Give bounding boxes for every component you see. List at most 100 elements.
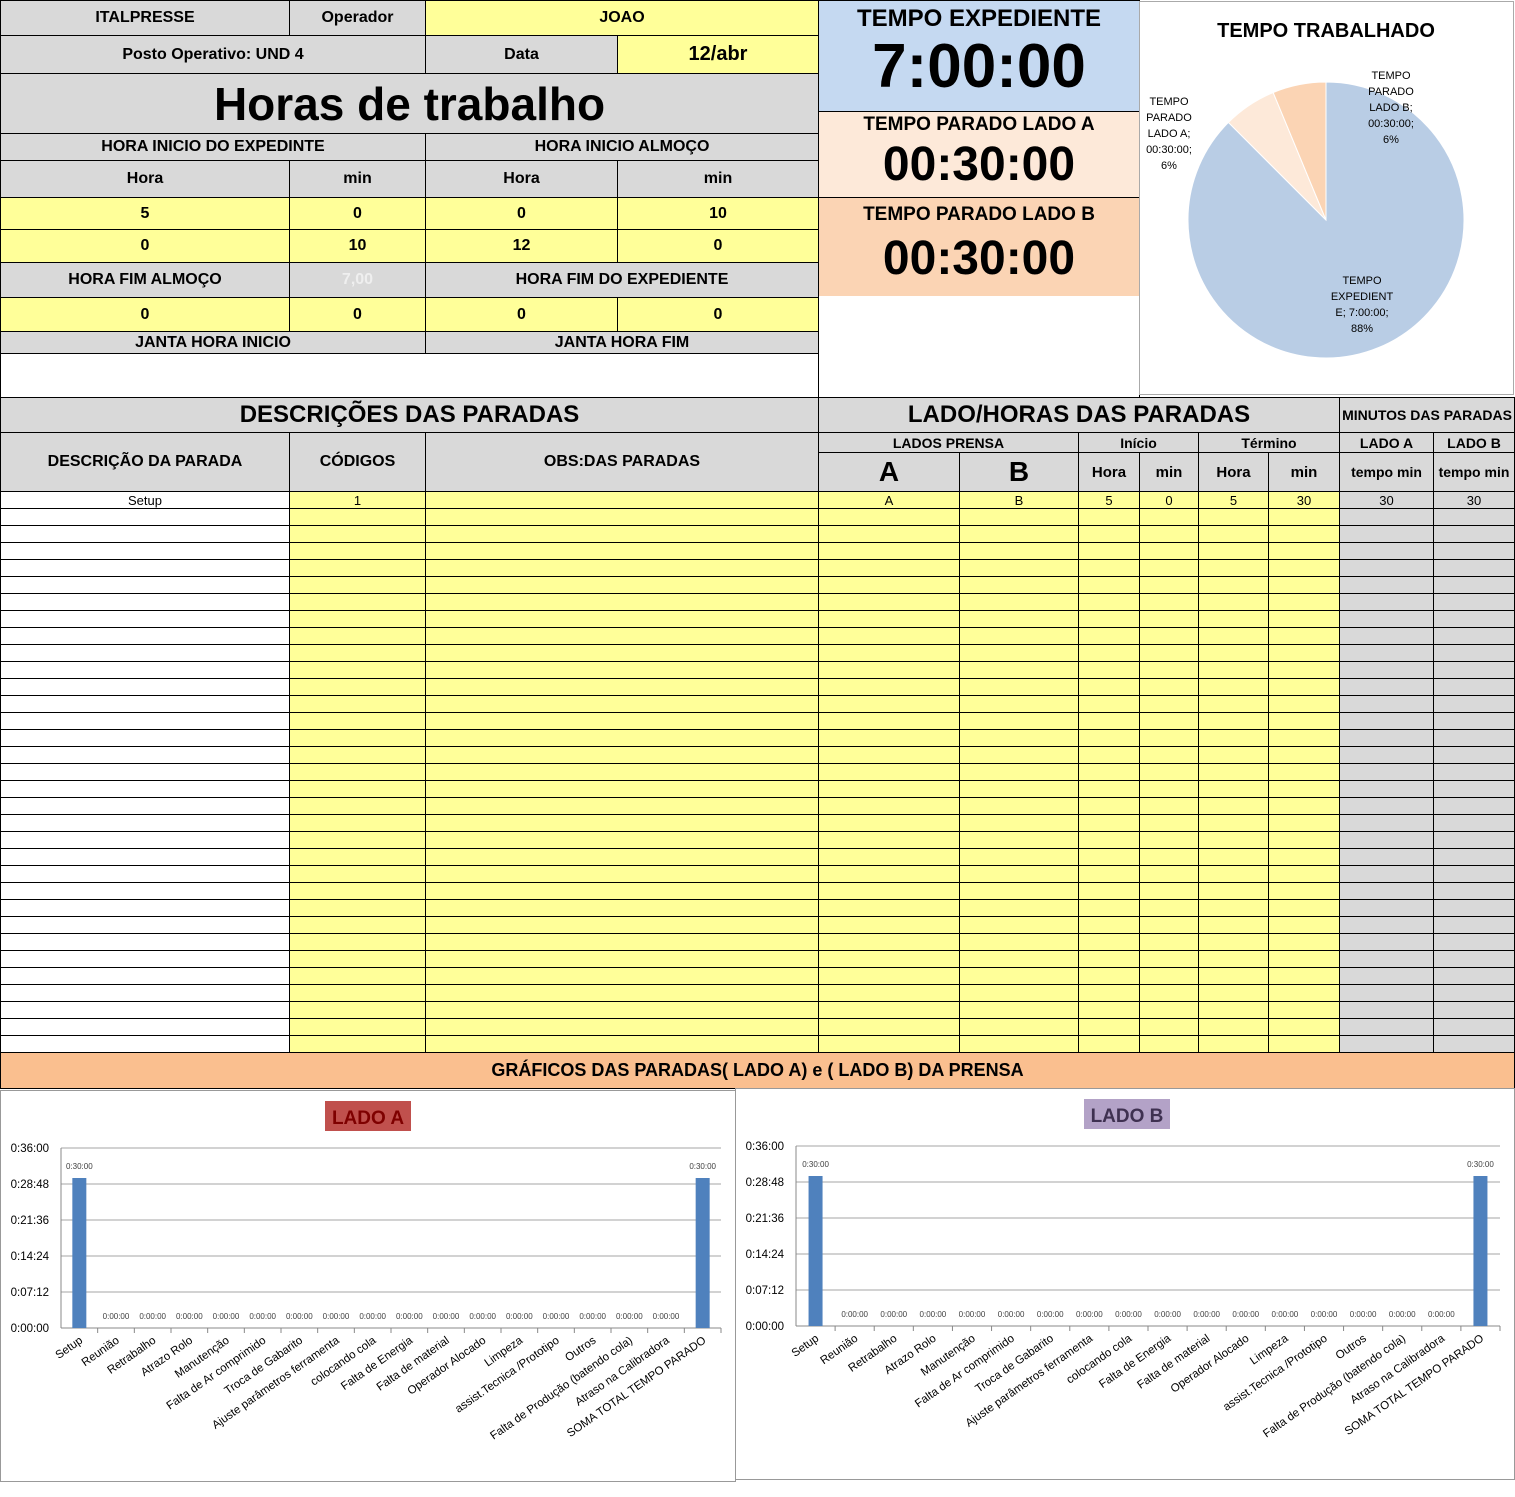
post-cell[interactable]: Posto Operativo: UND 4 [0, 35, 426, 74]
stop-cell-desc[interactable] [0, 967, 290, 985]
stop-cell-th[interactable] [1198, 984, 1269, 1002]
stop-cell-ih[interactable] [1078, 542, 1140, 560]
stop-cell-code[interactable] [289, 916, 426, 934]
stop-cell-ma[interactable] [1339, 508, 1434, 526]
stop-cell-obs[interactable] [425, 627, 819, 645]
bar[interactable] [1473, 1176, 1488, 1326]
stop-cell-im[interactable] [1139, 644, 1199, 662]
stop-cell-mb[interactable] [1433, 746, 1515, 764]
stop-cell-obs[interactable] [425, 763, 819, 781]
stop-cell-a[interactable] [818, 576, 960, 594]
pie-chart[interactable]: TEMPO TRABALHADO TEMPO EXPEDIENT E; 7:00:0… [1139, 1, 1514, 395]
stop-cell-desc[interactable] [0, 576, 290, 594]
stop-cell-mb[interactable] [1433, 610, 1515, 628]
stop-cell-ih[interactable] [1078, 525, 1140, 543]
stop-cell-code[interactable] [289, 610, 426, 628]
stop-cell-ma[interactable] [1339, 950, 1434, 968]
stop-cell-im[interactable] [1139, 763, 1199, 781]
stop-cell-a[interactable] [818, 525, 960, 543]
stop-cell-im[interactable] [1139, 678, 1199, 696]
stop-cell-b[interactable] [959, 712, 1079, 730]
stop-cell-ma[interactable] [1339, 797, 1434, 815]
row2-input-2[interactable]: 10 [289, 229, 426, 263]
stop-cell-mb[interactable] [1433, 576, 1515, 594]
stop-cell-obs[interactable] [425, 695, 819, 713]
stop-cell-obs[interactable] [425, 525, 819, 543]
stop-cell-ih[interactable] [1078, 848, 1140, 866]
stop-cell-a[interactable] [818, 916, 960, 934]
stop-cell-code[interactable] [289, 678, 426, 696]
stop-cell-b[interactable] [959, 729, 1079, 747]
stop-cell-code[interactable] [289, 644, 426, 662]
stop-cell-tm[interactable] [1268, 678, 1340, 696]
stop-cell-ih[interactable] [1078, 729, 1140, 747]
stop-cell-tm[interactable] [1268, 593, 1340, 611]
stop-cell-ih[interactable] [1078, 882, 1140, 900]
stop-cell-b[interactable] [959, 899, 1079, 917]
stop-cell-im[interactable] [1139, 831, 1199, 849]
stop-cell-th[interactable] [1198, 967, 1269, 985]
stop-cell-th[interactable] [1198, 729, 1269, 747]
stop-cell-th[interactable] [1198, 508, 1269, 526]
stop-cell-code[interactable] [289, 576, 426, 594]
stop-cell-b[interactable] [959, 984, 1079, 1002]
stop-cell-mb[interactable] [1433, 780, 1515, 798]
stop-cell-ma[interactable] [1339, 882, 1434, 900]
stop-cell-tm[interactable] [1268, 695, 1340, 713]
bar[interactable] [808, 1176, 823, 1326]
stop-cell-im[interactable] [1139, 695, 1199, 713]
stop-cell-im[interactable] [1139, 729, 1199, 747]
stop-cell-b[interactable] [959, 542, 1079, 560]
stop-cell-th[interactable] [1198, 933, 1269, 951]
stop-cell-obs[interactable] [425, 780, 819, 798]
stop-cell-b[interactable] [959, 627, 1079, 645]
stop-cell-b[interactable] [959, 950, 1079, 968]
stop-cell-code[interactable] [289, 746, 426, 764]
stop-cell-a[interactable] [818, 984, 960, 1002]
stop-cell-ma[interactable] [1339, 763, 1434, 781]
stop-cell-ih[interactable] [1078, 610, 1140, 628]
stop-cell-b[interactable] [959, 559, 1079, 577]
stop-cell-obs[interactable] [425, 1018, 819, 1036]
stop-cell-desc[interactable] [0, 644, 290, 662]
stop-cell-b[interactable] [959, 882, 1079, 900]
stop-cell-mb[interactable] [1433, 831, 1515, 849]
stop-cell-a[interactable] [818, 899, 960, 917]
stop-cell-th[interactable] [1198, 865, 1269, 883]
stop-cell-obs[interactable] [425, 967, 819, 985]
stop-cell-tm[interactable] [1268, 916, 1340, 934]
stop-cell-mb[interactable] [1433, 593, 1515, 611]
stop-cell-a[interactable] [818, 848, 960, 866]
stop-cell-code[interactable] [289, 831, 426, 849]
stop-cell-ma[interactable] [1339, 899, 1434, 917]
stop-cell-ma[interactable] [1339, 848, 1434, 866]
stop-cell-tm[interactable] [1268, 712, 1340, 730]
stop-cell-b[interactable] [959, 644, 1079, 662]
stop-cell-a[interactable] [818, 593, 960, 611]
stop-cell-obs[interactable] [425, 508, 819, 526]
stop-cell-mb[interactable] [1433, 916, 1515, 934]
stop-cell-im[interactable] [1139, 1018, 1199, 1036]
stop-cell-desc[interactable] [0, 627, 290, 645]
stop-cell-a[interactable] [818, 797, 960, 815]
stop-cell-mb[interactable] [1433, 542, 1515, 560]
stop-cell-ih[interactable] [1078, 678, 1140, 696]
stop-cell-im[interactable] [1139, 950, 1199, 968]
stop-cell-ma[interactable] [1339, 559, 1434, 577]
stop-cell-ih[interactable] [1078, 780, 1140, 798]
stop-cell-mb[interactable] [1433, 848, 1515, 866]
stop-cell-mb[interactable] [1433, 1001, 1515, 1019]
stop-cell-tm[interactable] [1268, 797, 1340, 815]
stop-cell-code[interactable] [289, 780, 426, 798]
stop-cell-tm[interactable] [1268, 559, 1340, 577]
stop-cell-obs[interactable] [425, 933, 819, 951]
stop-cell-desc[interactable] [0, 984, 290, 1002]
stop-cell-b[interactable] [959, 593, 1079, 611]
stop-cell-code[interactable] [289, 508, 426, 526]
stop-cell-th[interactable] [1198, 950, 1269, 968]
stop-cell-a[interactable] [818, 627, 960, 645]
stop-cell-mb[interactable]: 30 [1433, 491, 1515, 509]
stop-cell-ma[interactable] [1339, 865, 1434, 883]
stop-cell-obs[interactable] [425, 814, 819, 832]
stop-cell-tm[interactable] [1268, 644, 1340, 662]
